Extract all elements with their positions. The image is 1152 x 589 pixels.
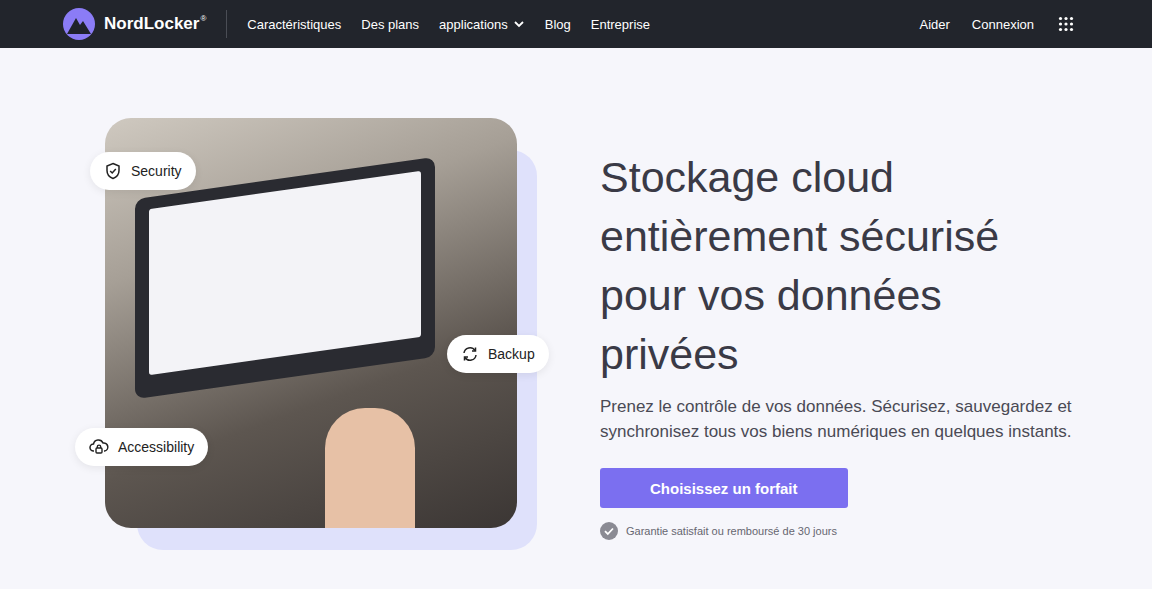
guarantee: Garantie satisfait ou remboursé de 30 jo…: [600, 522, 1025, 540]
chevron-down-icon: [513, 18, 525, 30]
cloud-lock-icon: [89, 438, 109, 456]
laptop: [135, 157, 435, 399]
shield-check-icon: [104, 162, 122, 180]
nav-item[interactable]: Entreprise: [591, 17, 650, 32]
logo-text: NordLocker®: [104, 14, 206, 34]
hero-subtitle: Prenez le contrôle de vos données. Sécur…: [600, 394, 1090, 444]
page: NordLocker® Caractéristiques Des plans appl…: [0, 0, 1152, 589]
apps-grid-icon[interactable]: [1058, 16, 1074, 32]
logo[interactable]: NordLocker®: [62, 7, 206, 41]
nordlocker-logo-icon: [62, 7, 96, 41]
sync-icon: [461, 345, 479, 363]
nav-divider: [226, 10, 227, 38]
nav-item[interactable]: Blog: [545, 17, 571, 32]
choose-plan-button[interactable]: Choisissez un forfait: [600, 468, 848, 508]
hero: Security Backup Accessibility Stockage clou…: [0, 48, 1152, 568]
top-nav: NordLocker® Caractéristiques Des plans appl…: [0, 0, 1152, 48]
nav-link[interactable]: Connexion: [972, 17, 1034, 32]
hero-visual: Security Backup Accessibility: [75, 118, 550, 568]
nav-item[interactable]: applications: [439, 17, 525, 32]
nav-item[interactable]: Des plans: [361, 17, 419, 32]
nav-item[interactable]: Caractéristiques: [247, 17, 341, 32]
feature-badge: Security: [90, 152, 196, 190]
nav-link[interactable]: Aider: [919, 17, 949, 32]
nav-menu: Caractéristiques Des plans applications Blo…: [247, 17, 650, 32]
feature-badge: Accessibility: [75, 428, 208, 466]
feature-badge: Backup: [447, 335, 549, 373]
hero-title: Stockage cloud entièrement sécurisé pour…: [600, 148, 1025, 384]
hero-copy: Stockage cloud entièrement sécurisé pour…: [525, 48, 1025, 568]
check-circle-icon: [600, 522, 618, 540]
